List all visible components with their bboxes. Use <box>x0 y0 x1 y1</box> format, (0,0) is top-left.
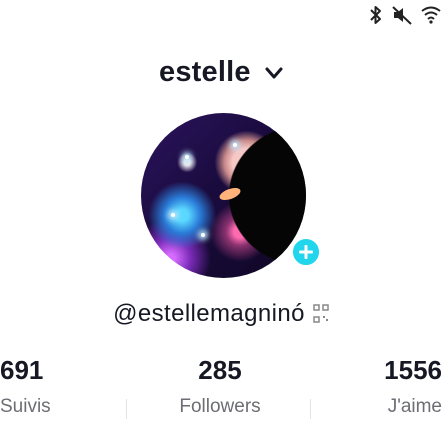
qr-code-icon[interactable] <box>313 304 329 324</box>
username-handle: @estellemagninó <box>113 300 305 327</box>
bluetooth-icon <box>370 6 381 24</box>
stat-divider <box>310 399 311 419</box>
followers-stat[interactable]: 285 Followers <box>160 355 280 418</box>
following-stat[interactable]: 691 Suivis <box>0 355 60 418</box>
following-count: 691 <box>0 355 44 385</box>
followers-count: 285 <box>198 355 242 385</box>
sparkle <box>201 233 205 237</box>
profile-stats: 691 Suivis 285 Followers 1556 J'aime <box>0 355 442 442</box>
sparkle <box>171 213 175 217</box>
handle-row: @estellemagninó <box>0 300 442 328</box>
add-avatar-button[interactable] <box>290 236 322 268</box>
mute-icon <box>392 6 412 25</box>
status-bar <box>368 4 442 26</box>
sparkle <box>185 155 189 159</box>
likes-count: 1556 <box>384 355 442 385</box>
followers-label: Followers <box>179 396 261 417</box>
likes-label: J'aime <box>387 396 442 417</box>
wifi-icon <box>421 6 441 24</box>
likes-stat[interactable]: 1556 J'aime <box>342 355 442 418</box>
stat-divider <box>126 399 127 419</box>
account-switcher[interactable]: estelle <box>0 56 442 89</box>
following-label: Suivis <box>0 396 51 417</box>
sparkle <box>233 143 237 147</box>
chevron-down-icon <box>265 67 283 79</box>
avatar[interactable] <box>141 113 306 278</box>
account-name: estelle <box>159 56 251 88</box>
